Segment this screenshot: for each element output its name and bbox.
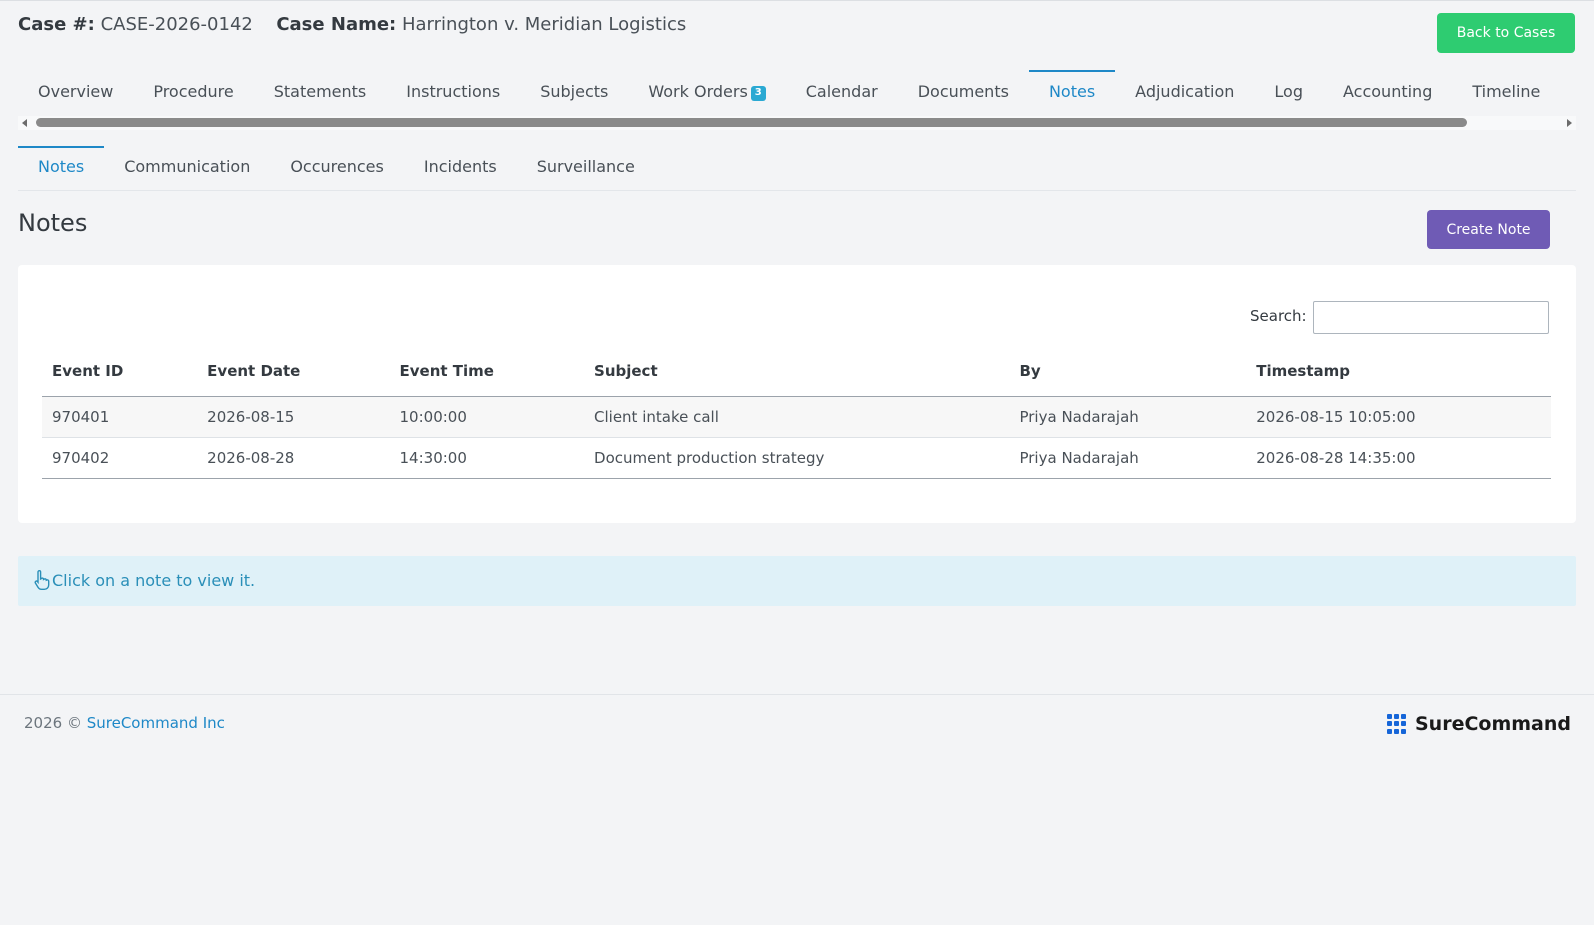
page-title: Notes: [18, 209, 88, 237]
tab-label: Subjects: [540, 82, 609, 101]
table-cell: 2026-08-28: [197, 437, 390, 479]
tab-adjudication[interactable]: Adjudication: [1115, 70, 1254, 116]
grid-logo-icon: [1387, 714, 1407, 734]
subtab-notes[interactable]: Notes: [18, 146, 105, 190]
copyright-text: 2026 ©: [24, 714, 82, 732]
table-row[interactable]: 970401 2026-08-15 10:00:00 Client intake ca…: [42, 396, 1551, 438]
notes-subtabs: Notes Communication Occurences Incidents Sur…: [18, 146, 655, 190]
create-note-button[interactable]: Create Note: [1427, 210, 1550, 249]
table-cell: Document production strategy: [584, 437, 1010, 479]
table-cell: 970401: [42, 396, 198, 438]
scroll-right-arrow-icon[interactable]: [1567, 119, 1572, 127]
top-border: [0, 0, 1594, 1]
table-row[interactable]: 970402 2026-08-28 14:30:00 Document product…: [42, 437, 1551, 479]
notes-table-card: Search: Event ID Event Date Event Time Subj…: [18, 265, 1576, 523]
tab-overview[interactable]: Overview: [18, 70, 133, 116]
tab-subjects[interactable]: Subjects: [520, 70, 628, 116]
tab-label: Timeline: [1472, 82, 1541, 101]
tab-label: Calendar: [805, 82, 878, 101]
table-cell: Client intake call: [584, 396, 1010, 438]
brand-name: SureCommand: [1415, 713, 1572, 735]
brand-logo: SureCommand: [1387, 713, 1571, 735]
column-header-event-date[interactable]: Event Date: [197, 345, 390, 397]
info-alert: Click on a note to view it.: [18, 556, 1576, 606]
notes-table: Event ID Event Date Event Time Subject By Tim…: [42, 345, 1551, 479]
subtab-communication[interactable]: Communication: [104, 146, 270, 190]
tab-calendar[interactable]: Calendar: [786, 70, 898, 116]
subtab-incidents[interactable]: Incidents: [404, 146, 517, 190]
tab-label: Statements: [273, 82, 367, 101]
subtab-occurences[interactable]: Occurences: [270, 146, 404, 190]
tab-label: Notes: [1048, 82, 1096, 101]
case-name: Harrington v. Meridian Logistics: [401, 14, 687, 35]
table-header-row: Event ID Event Date Event Time Subject By Tim…: [42, 345, 1551, 397]
column-header-event-id[interactable]: Event ID: [42, 345, 198, 397]
company-link[interactable]: SureCommand Inc: [87, 714, 225, 732]
tab-log[interactable]: Log: [1254, 70, 1323, 116]
scrollbar-thumb[interactable]: [36, 118, 1467, 127]
table-cell: Priya Nadarajah: [1009, 396, 1247, 438]
work-orders-count-badge: 3: [750, 86, 766, 101]
back-to-cases-button[interactable]: Back to Cases: [1437, 13, 1575, 53]
tab-work-orders[interactable]: Work Orders 3: [628, 70, 785, 116]
tab-label: Accounting: [1343, 82, 1433, 101]
case-number-label: Case #:: [18, 14, 95, 35]
info-message: Click on a note to view it.: [52, 571, 256, 590]
search-input[interactable]: [1313, 301, 1549, 334]
search-label: Search:: [1250, 307, 1307, 325]
tab-statements[interactable]: Statements: [254, 70, 387, 116]
table-cell: 2026-08-28 14:35:00: [1246, 437, 1551, 479]
table-cell: Priya Nadarajah: [1009, 437, 1247, 479]
tab-label: Instructions: [406, 82, 501, 101]
column-header-timestamp[interactable]: Timestamp: [1246, 345, 1551, 397]
column-header-by[interactable]: By: [1009, 345, 1247, 397]
table-cell: 2026-08-15 10:05:00: [1246, 396, 1551, 438]
subtab-surveillance[interactable]: Surveillance: [517, 146, 655, 190]
tab-accounting[interactable]: Accounting: [1323, 70, 1452, 116]
tab-notes[interactable]: Notes: [1028, 70, 1116, 116]
tab-label: Procedure: [153, 82, 234, 101]
case-header: Case #: CASE-2026-0142 Case Name: Harrin…: [18, 14, 686, 35]
pointer-hand-icon: [34, 570, 50, 590]
tab-timeline[interactable]: Timeline: [1452, 70, 1560, 116]
table-cell: 10:00:00: [389, 396, 585, 438]
tab-label: Overview: [38, 82, 114, 101]
footer-copyright: 2026 © SureCommand Inc: [24, 714, 225, 732]
tab-label: Documents: [917, 82, 1009, 101]
tab-label: Adjudication: [1135, 82, 1235, 101]
tabs-horizontal-scrollbar[interactable]: [18, 116, 1576, 130]
tab-procedure[interactable]: Procedure: [133, 70, 253, 116]
table-cell: 970402: [42, 437, 198, 479]
column-header-event-time[interactable]: Event Time: [389, 345, 585, 397]
table-cell: 14:30:00: [389, 437, 585, 479]
case-name-label: Case Name:: [276, 14, 397, 35]
case-tabs-container: Overview Procedure Statements Instructions S…: [18, 70, 1576, 116]
scroll-left-arrow-icon[interactable]: [22, 119, 27, 127]
tab-documents[interactable]: Documents: [898, 70, 1029, 116]
column-header-subject[interactable]: Subject: [584, 345, 1010, 397]
tab-instructions[interactable]: Instructions: [386, 70, 520, 116]
footer-divider: [0, 694, 1594, 695]
table-cell: 2026-08-15: [197, 396, 390, 438]
subtabs-divider: [18, 190, 1576, 191]
case-tabs: Overview Procedure Statements Instructions S…: [18, 70, 1576, 116]
case-number: CASE-2026-0142: [100, 14, 253, 35]
tab-label: Work Orders: [648, 82, 748, 101]
tab-label: Log: [1274, 82, 1303, 101]
